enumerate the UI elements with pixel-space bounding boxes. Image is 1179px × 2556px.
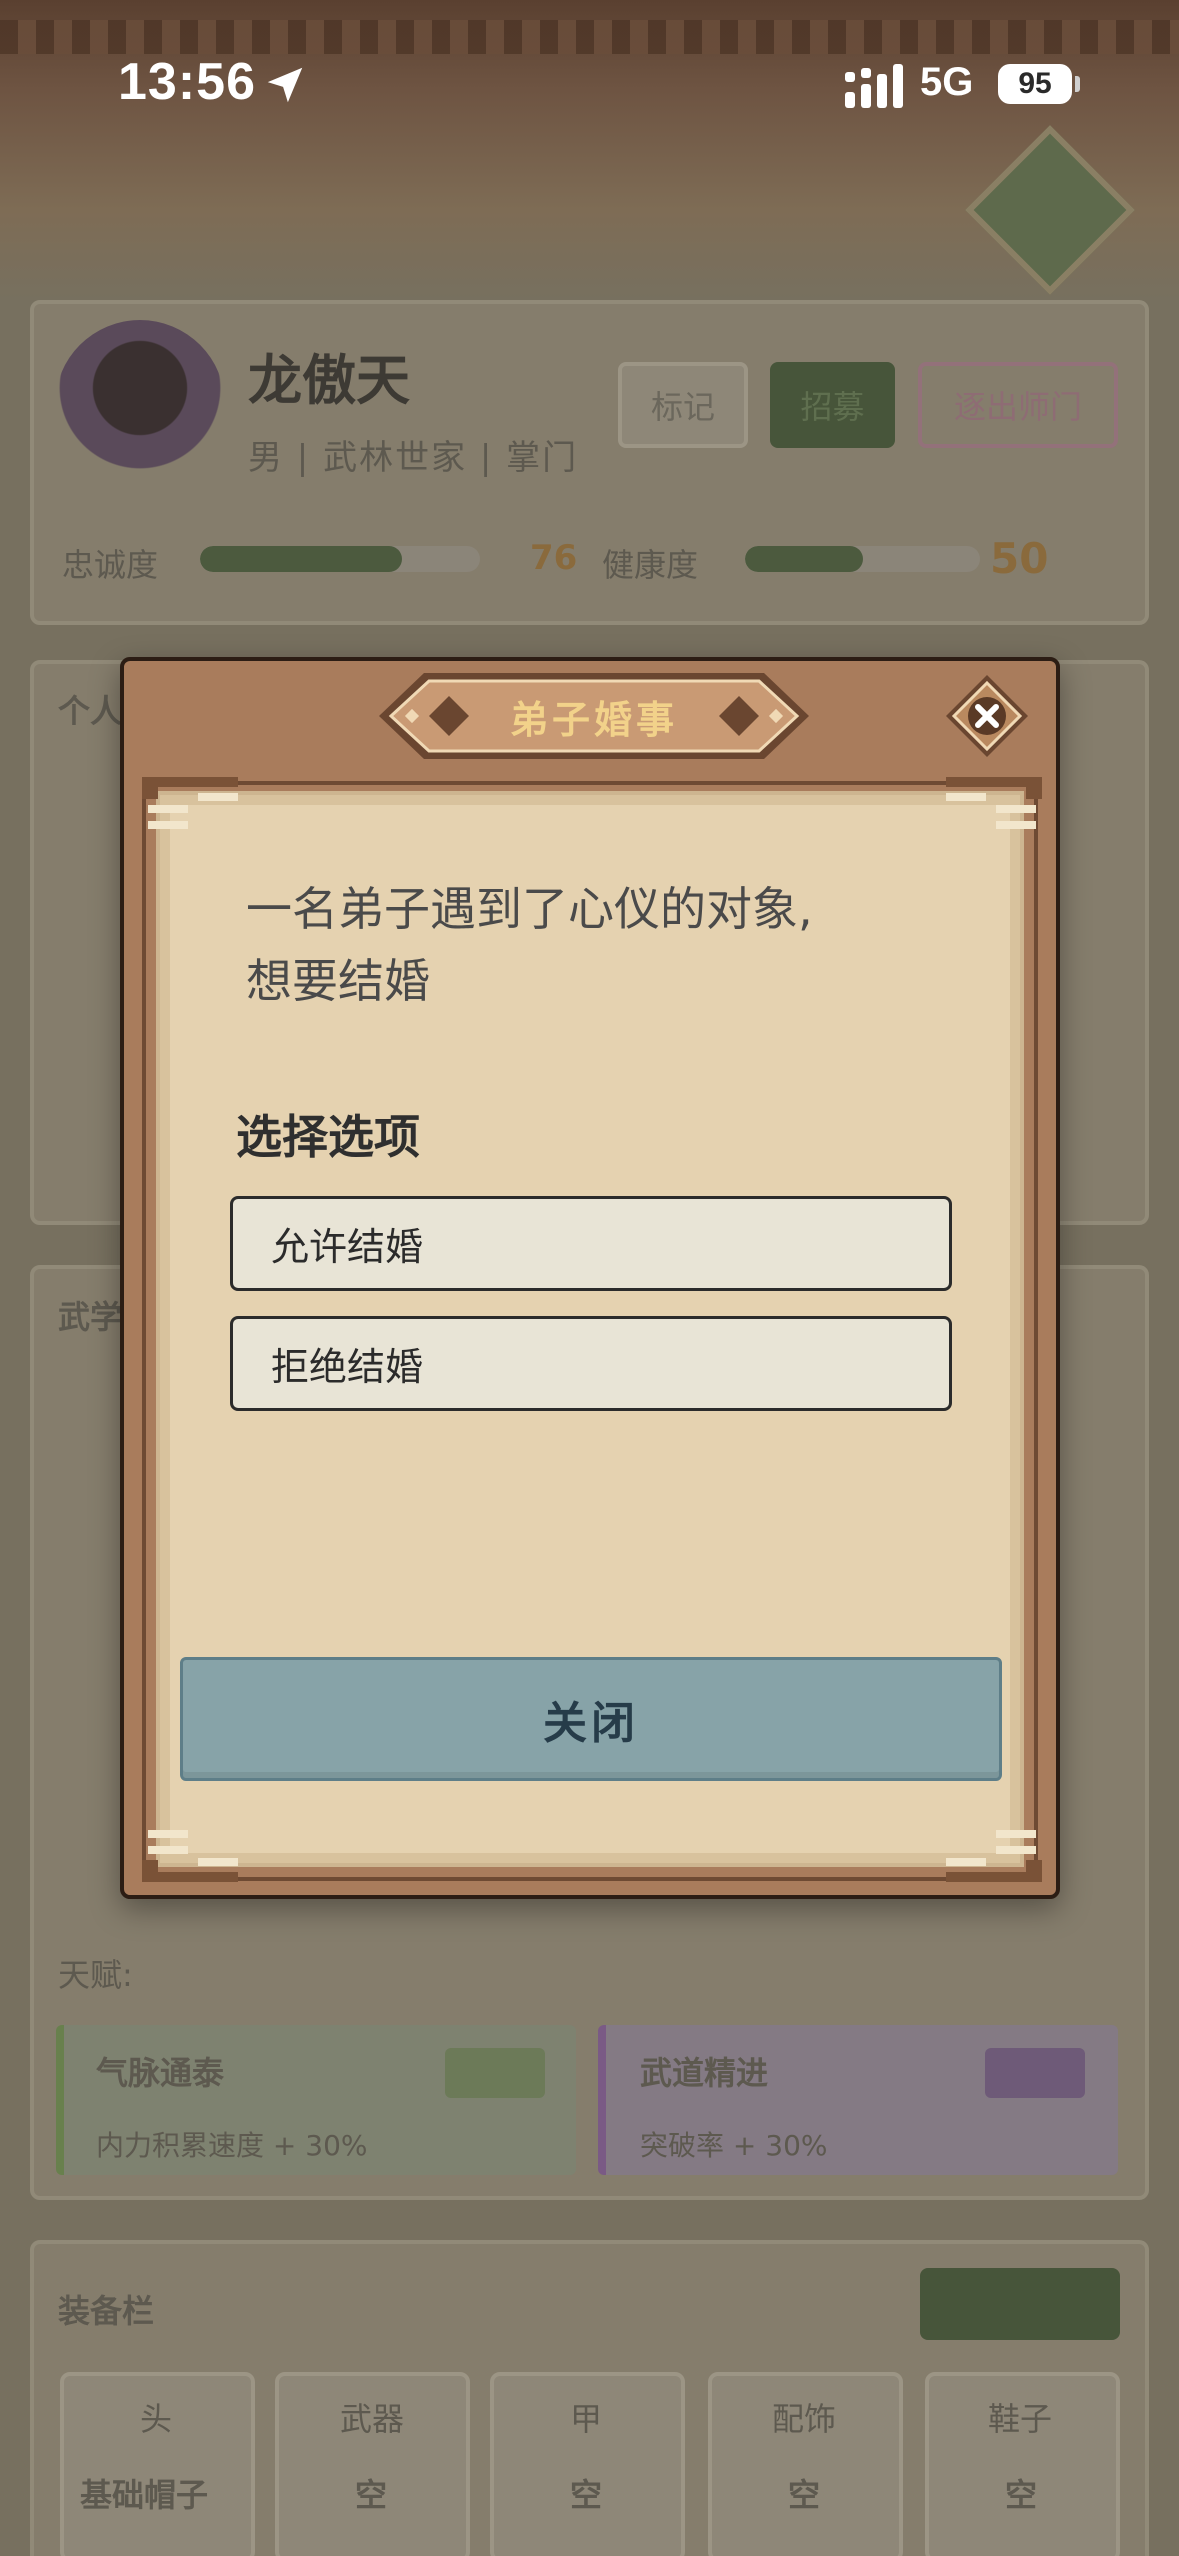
equip-slot-label: 武器 — [340, 2400, 405, 2438]
health-bar — [745, 546, 980, 572]
status-bar: 13:56 5G 95 — [0, 0, 1179, 150]
dialog-title: 弟子婚事 — [509, 697, 678, 742]
allow-marriage-option[interactable]: 允许结婚 — [230, 1196, 952, 1291]
avatar — [55, 320, 225, 490]
equip-slot-label: 配饰 — [772, 2400, 837, 2438]
personal-section-title: 个人 — [58, 692, 123, 730]
train-button: 招募 — [770, 362, 895, 448]
loyalty-value: 76 — [530, 538, 578, 578]
martial-section-title: 武学 — [58, 1298, 123, 1336]
battery-indicator: 95 — [998, 64, 1072, 104]
mark-button: 标记 — [618, 362, 748, 448]
equipment-title: 装备栏 — [58, 2292, 155, 2330]
talent-label: 天赋: — [58, 1956, 133, 1994]
health-label: 健康度 — [602, 546, 699, 584]
corner-ornament — [142, 1830, 238, 1882]
location-arrow-icon — [267, 67, 303, 103]
status-time: 13:56 — [118, 53, 256, 111]
corner-ornament — [142, 777, 238, 829]
equip-slot-item: 空 — [570, 2476, 603, 2514]
loyalty-bar — [200, 546, 480, 572]
loyalty-label: 忠诚度 — [62, 546, 159, 584]
talent-name: 气脉通泰 — [96, 2054, 225, 2092]
network-label: 5G — [920, 60, 974, 104]
equip-slot-item: 基础帽子 — [80, 2476, 209, 2514]
close-icon[interactable] — [944, 673, 1030, 759]
equip-slot-label: 甲 — [570, 2400, 603, 2438]
talent-desc: 突破率 + 30% — [640, 2129, 828, 2162]
battery-tip — [1075, 76, 1080, 92]
message-line: 想要结婚 — [246, 954, 430, 1008]
disciple-name: 龙傲天 — [248, 349, 410, 412]
talent-name: 武道精进 — [640, 2054, 769, 2092]
talent-desc: 内力积累速度 + 30% — [96, 2129, 368, 2162]
equip-slot-item: 空 — [355, 2476, 388, 2514]
reject-marriage-option[interactable]: 拒绝结婚 — [230, 1316, 952, 1411]
dialog-message: 一名弟子遇到了心仪的对象, 想要结婚 — [246, 873, 946, 1017]
disciple-tags: 男 | 武林世家 | 掌门 — [248, 438, 579, 478]
view-bag-button — [920, 2268, 1120, 2340]
close-button[interactable]: 关闭 — [180, 1657, 1002, 1781]
corner-ornament — [946, 777, 1042, 829]
marriage-dialog: 弟子婚事 一名弟子遇到了心仪的对象, 想要结婚 选择选项 允许结婚 拒绝结婚 关… — [120, 657, 1060, 1899]
equip-slot-item: 空 — [1005, 2476, 1038, 2514]
health-value: 50 — [990, 534, 1049, 583]
corner-ornament — [946, 1830, 1042, 1882]
equip-slot-label: 头 — [140, 2400, 173, 2438]
options-title: 选择选项 — [236, 1110, 420, 1164]
signal-icon — [845, 64, 903, 108]
talent-badge — [445, 2048, 545, 2098]
equip-slot-label: 鞋子 — [988, 2400, 1053, 2438]
equip-slot-item: 空 — [788, 2476, 821, 2514]
talent-badge — [985, 2048, 1085, 2098]
message-line: 一名弟子遇到了心仪的对象, — [246, 882, 813, 936]
expel-button: 逐出师门 — [918, 362, 1118, 448]
